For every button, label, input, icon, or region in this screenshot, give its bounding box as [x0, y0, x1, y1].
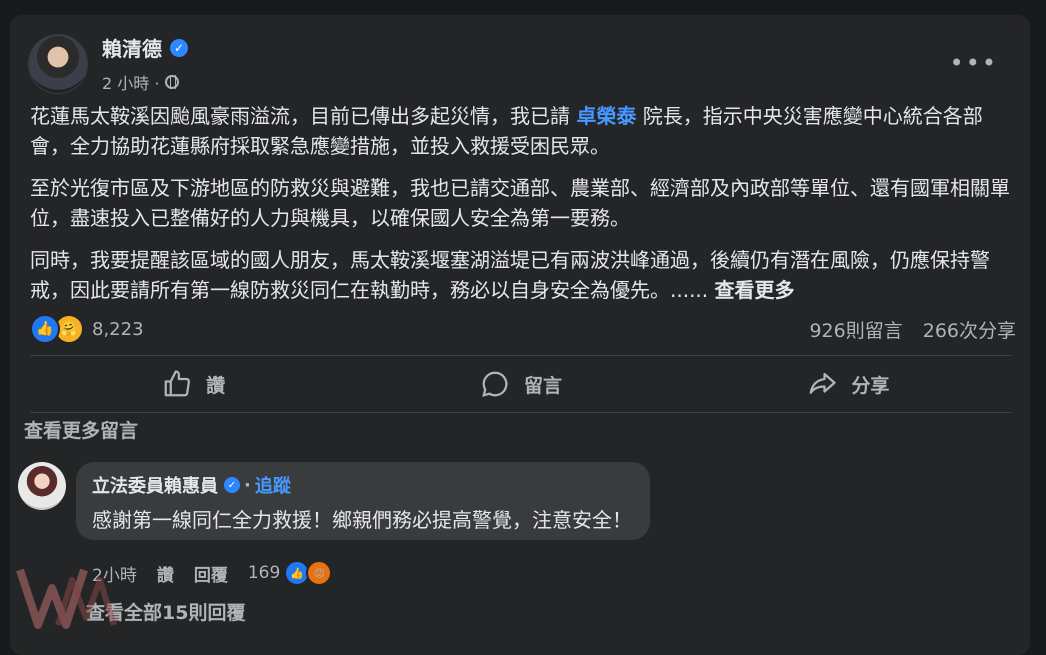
post-paragraph-2: 至於光復市區及下游地區的防救災與避難，我也已請交通部、農業部、經濟部及內政部等單… [30, 176, 1010, 230]
like-label: 讚 [206, 374, 226, 397]
comment-reply-button[interactable]: 回覆 [194, 561, 228, 586]
action-bar: 讚 留言 分享 [30, 355, 1012, 413]
comment-text: 感謝第一線同仁全力救援！鄉親們務必提高警覺，注意安全！ [92, 508, 632, 532]
mention-link[interactable]: 卓榮泰 [576, 104, 636, 128]
shares-count[interactable]: 266次分享 [923, 316, 1016, 343]
comment-bubble: 立法委員賴惠員 ✓ · 追蹤 感謝第一線同仁全力救援！鄉親們務必提高警覺，注意安… [76, 462, 650, 540]
comments-count[interactable]: 926則留言 [809, 316, 902, 343]
separator-dot: · [244, 474, 251, 496]
post-text: 花蓮馬太鞍溪因颱風豪雨溢流，目前已傳出多起災情，我已請 卓榮泰 院長，指示中央災… [30, 101, 1020, 317]
like-button[interactable]: 讚 [30, 356, 357, 412]
more-options-icon[interactable]: ••• [950, 49, 998, 77]
comment-label: 留言 [523, 374, 562, 397]
like-reaction-icon[interactable]: 👍 [30, 314, 60, 344]
verified-badge-icon: ✓ [170, 38, 188, 57]
comment-like-button[interactable]: 讚 [157, 561, 174, 586]
see-more-link[interactable]: 查看更多 [715, 278, 795, 302]
comment-reaction-count[interactable]: 169 [248, 563, 280, 583]
commenter-name[interactable]: 立法委員賴惠員 [92, 472, 218, 498]
commenter-avatar[interactable] [18, 462, 66, 510]
share-label: 分享 [851, 374, 890, 397]
reaction-count[interactable]: 8,223 [92, 319, 144, 340]
post-stats: 👍 🤗 8,223 926則留言 266次分享 [30, 313, 1016, 345]
comment-bubble-icon [482, 371, 508, 397]
follow-button[interactable]: 追蹤 [255, 472, 291, 498]
share-arrow-icon [809, 372, 836, 394]
thumbs-up-icon [164, 370, 191, 397]
post-card: 賴清德 ✓ 2 小時 · ••• 花蓮馬太鞍溪因颱風豪雨溢流，目前已傳出多起災情… [10, 15, 1030, 655]
comment-button[interactable]: 留言 [357, 356, 684, 412]
author-avatar[interactable] [28, 33, 88, 94]
verified-badge-icon: ✓ [224, 477, 240, 493]
post-header: 賴清德 ✓ 2 小時 · [28, 33, 188, 94]
globe-icon [165, 75, 180, 89]
watermark-logo [16, 568, 117, 629]
angry-reaction-icon[interactable]: 😡 [306, 560, 333, 586]
post-paragraph-1: 花蓮馬太鞍溪因颱風豪雨溢流，目前已傳出多起災情，我已請 卓榮泰 院長，指示中央災… [30, 104, 983, 158]
post-time[interactable]: 2 小時 · [102, 70, 159, 94]
view-more-comments-link[interactable]: 查看更多留言 [24, 416, 138, 443]
author-name[interactable]: 賴清德 [102, 33, 162, 62]
comment-item: 立法委員賴惠員 ✓ · 追蹤 感謝第一線同仁全力救援！鄉親們務必提高警覺，注意安… [18, 462, 650, 540]
post-paragraph-3: 同時，我要提醒該區域的國人朋友，馬太鞍溪堰塞湖溢堤已有兩波洪峰通過，後續仍有潛在… [30, 248, 990, 302]
comment-actions: 2小時 讚 回覆 169 👍 😡 [92, 560, 352, 586]
share-button[interactable]: 分享 [685, 356, 1012, 412]
